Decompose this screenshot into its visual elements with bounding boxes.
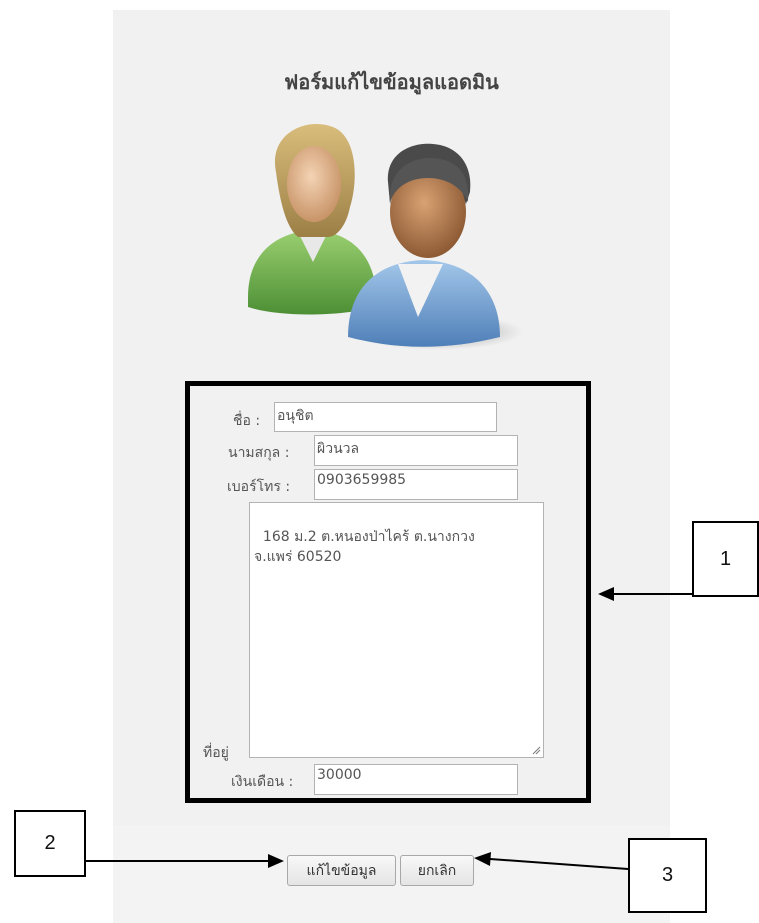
first-name-input[interactable]: อนุชิต — [274, 402, 497, 432]
address-textarea[interactable]: 168 ม.2 ต.หนองป่าไคร้ ต.นางกวง จ.แพร่ 60… — [249, 502, 544, 758]
callout-box-3: 3 — [628, 838, 707, 913]
page-title: ฟอร์มแก้ไขข้อมูลแอดมิน — [284, 70, 499, 94]
last-name-input[interactable]: ผิวนวล — [314, 435, 518, 466]
phone-label: เบอร์โทร : — [227, 479, 291, 495]
edit-button[interactable]: แก้ไขข้อมูล — [287, 855, 396, 886]
phone-input[interactable]: 0903659985 — [314, 469, 518, 500]
address-text: 168 ม.2 ต.หนองป่าไคร้ ต.นางกวง จ.แพร่ 60… — [254, 529, 475, 565]
salary-input[interactable]: 30000 — [314, 764, 518, 795]
last-name-label: นามสกุล : — [228, 445, 290, 461]
cancel-button[interactable]: ยกเลิก — [400, 855, 474, 886]
first-name-label: ชื่อ : — [233, 413, 261, 429]
callout-box-2: 2 — [14, 810, 86, 877]
callout-box-1: 1 — [692, 521, 759, 597]
resize-grip-icon[interactable] — [531, 745, 541, 755]
salary-label: เงินเดือน : — [231, 774, 294, 790]
admin-users-icon — [248, 124, 523, 350]
address-label: ที่อยู่ — [203, 745, 229, 761]
